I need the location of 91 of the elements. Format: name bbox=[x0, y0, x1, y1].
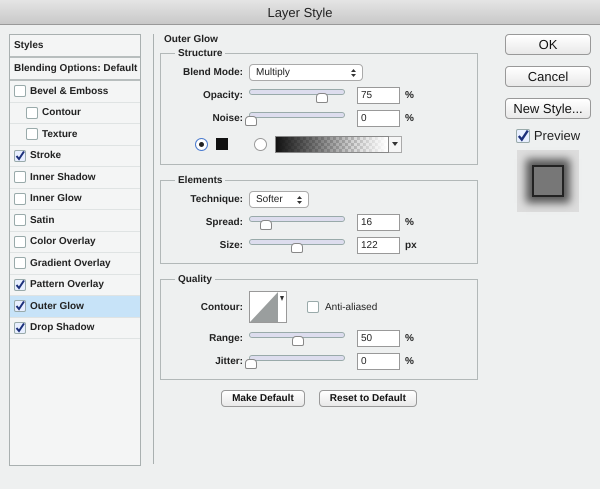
stepper-icon bbox=[351, 68, 356, 76]
style-item[interactable]: Blending Options: Default bbox=[10, 58, 140, 81]
checkbox[interactable] bbox=[14, 257, 26, 270]
field-label: Jitter: bbox=[214, 356, 243, 367]
style-label: Texture bbox=[42, 128, 78, 140]
field-label: Size: bbox=[218, 240, 243, 251]
checkbox[interactable] bbox=[516, 128, 530, 142]
field-label: Blend Mode: bbox=[182, 67, 243, 78]
style-item[interactable]: Satin bbox=[10, 210, 140, 232]
style-label: Inner Glow bbox=[30, 193, 82, 204]
style-item[interactable]: Bevel & Emboss bbox=[10, 81, 140, 102]
style-label: Outer Glow bbox=[30, 300, 84, 312]
dialog-button[interactable]: Cancel bbox=[505, 66, 591, 87]
section-title: Structure bbox=[177, 48, 224, 59]
checkbox[interactable] bbox=[14, 300, 26, 312]
checkbox[interactable] bbox=[307, 301, 319, 313]
field-label: Noise: bbox=[211, 113, 243, 124]
technique-dropdown[interactable]: Softer bbox=[249, 191, 309, 208]
dialog-button[interactable]: OK bbox=[505, 34, 591, 55]
value-field[interactable]: 50 bbox=[357, 330, 400, 347]
style-label: Pattern Overlay bbox=[30, 279, 104, 290]
field-label: Contour: bbox=[200, 302, 243, 312]
style-label: Bevel & Emboss bbox=[30, 86, 108, 97]
section-title: Elements bbox=[177, 175, 224, 186]
section-title: Outer Glow bbox=[162, 34, 220, 45]
field-label: Opacity: bbox=[202, 90, 243, 101]
style-label: Blending Options: Default bbox=[14, 63, 138, 74]
radio-button[interactable] bbox=[195, 138, 208, 150]
value-field[interactable]: 75 bbox=[357, 87, 400, 104]
checkbox-label: Preview bbox=[534, 128, 580, 143]
field-label: Spread: bbox=[204, 217, 243, 228]
style-label: Color Overlay bbox=[30, 236, 96, 248]
value-field[interactable]: 122 bbox=[357, 237, 400, 254]
checkbox[interactable] bbox=[26, 128, 38, 140]
style-label: Gradient Overlay bbox=[30, 258, 111, 269]
gradient-picker[interactable] bbox=[275, 136, 402, 152]
style-label: Stroke bbox=[30, 150, 62, 162]
section-title: Quality bbox=[177, 274, 213, 285]
style-label: Inner Shadow bbox=[30, 172, 96, 183]
style-item[interactable]: Color Overlay bbox=[10, 232, 140, 253]
slider-thumb[interactable] bbox=[292, 336, 304, 346]
preview-thumbnail bbox=[517, 150, 579, 212]
checkbox[interactable] bbox=[14, 150, 26, 162]
checkbox[interactable] bbox=[14, 278, 26, 291]
style-label: Satin bbox=[30, 214, 54, 226]
style-item[interactable]: Texture bbox=[10, 124, 140, 146]
slider-thumb[interactable] bbox=[260, 220, 272, 230]
default-button[interactable]: Reset to Default bbox=[318, 390, 417, 407]
style-label: Contour bbox=[42, 107, 81, 118]
radio-button[interactable] bbox=[254, 138, 267, 150]
style-item[interactable]: Drop Shadow bbox=[10, 318, 140, 339]
slider-thumb[interactable] bbox=[316, 92, 328, 102]
checkbox[interactable] bbox=[14, 171, 26, 184]
style-item[interactable]: Inner Glow bbox=[10, 188, 140, 210]
style-item[interactable]: Contour bbox=[10, 102, 140, 124]
caret-icon bbox=[280, 296, 284, 301]
stepper-icon bbox=[297, 196, 302, 204]
style-item[interactable]: Stroke bbox=[10, 146, 140, 167]
checkbox-label: Anti-aliased bbox=[325, 302, 378, 312]
color-swatch[interactable] bbox=[216, 138, 228, 150]
contour-picker[interactable] bbox=[249, 291, 287, 323]
style-item[interactable]: Gradient Overlay bbox=[10, 253, 140, 274]
value-field[interactable]: 0 bbox=[357, 353, 400, 370]
style-item[interactable]: Outer Glow bbox=[10, 296, 140, 318]
unit-label: % bbox=[405, 356, 414, 367]
styles-header: Styles bbox=[10, 35, 140, 58]
slider-thumb[interactable] bbox=[291, 242, 304, 252]
value-field[interactable]: 0 bbox=[357, 110, 400, 127]
value-field[interactable]: 16 bbox=[357, 214, 400, 231]
style-item[interactable]: Inner Shadow bbox=[10, 167, 140, 188]
style-label: Drop Shadow bbox=[30, 322, 94, 334]
field-label: Range: bbox=[208, 333, 243, 344]
checkbox[interactable] bbox=[26, 106, 38, 119]
checkbox[interactable] bbox=[14, 85, 26, 98]
field-label: Technique: bbox=[189, 194, 243, 205]
unit-label: % bbox=[405, 113, 414, 124]
checkbox[interactable] bbox=[14, 192, 26, 205]
dialog-button[interactable]: New Style... bbox=[505, 98, 591, 119]
checkbox[interactable] bbox=[14, 236, 26, 248]
unit-label: px bbox=[405, 240, 417, 251]
window-title: Layer Style bbox=[267, 4, 333, 20]
slider-thumb[interactable] bbox=[245, 358, 257, 368]
blend-mode-dropdown[interactable]: Multiply bbox=[249, 64, 363, 81]
default-button[interactable]: Make Default bbox=[221, 390, 305, 407]
slider-thumb[interactable] bbox=[245, 116, 257, 126]
unit-label: % bbox=[405, 90, 414, 101]
caret-icon bbox=[392, 142, 398, 146]
checkbox[interactable] bbox=[14, 214, 26, 226]
checkbox[interactable] bbox=[14, 322, 26, 334]
unit-label: % bbox=[405, 217, 414, 228]
unit-label: % bbox=[405, 333, 414, 344]
